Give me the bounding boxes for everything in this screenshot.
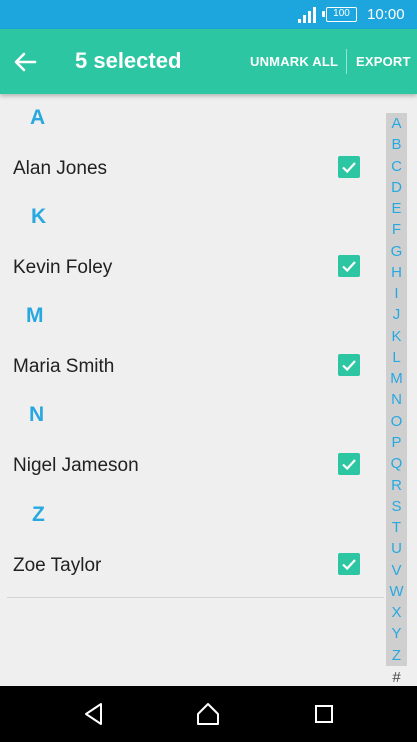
unmark-all-button[interactable]: UNMARK ALL xyxy=(250,54,338,70)
index-letter-d[interactable]: D xyxy=(386,177,407,198)
index-letter-h[interactable]: H xyxy=(386,262,407,283)
nav-recent-apps-icon[interactable] xyxy=(310,700,338,728)
index-letter-i[interactable]: I xyxy=(386,283,407,304)
index-letter-f[interactable]: F xyxy=(386,219,407,240)
checkmark-icon xyxy=(342,459,356,471)
index-letter-z[interactable]: Z xyxy=(386,645,407,666)
section-header-m: M xyxy=(26,304,44,327)
action-bar: 5 selected UNMARK ALL EXPORT xyxy=(0,29,417,94)
contact-row-kevin-foley[interactable]: Kevin Foley xyxy=(0,238,385,296)
checkbox-checked[interactable] xyxy=(338,156,360,178)
clock: 10:00 xyxy=(367,6,405,23)
alphabet-index-scroller[interactable]: ABCDEFGHIJKLMNOPQRSTUVWXYZ xyxy=(386,113,407,666)
index-letter-u[interactable]: U xyxy=(386,538,407,559)
cell-signal-icon xyxy=(298,7,316,23)
checkbox-checked[interactable] xyxy=(338,453,360,475)
index-letter-l[interactable]: L xyxy=(386,347,407,368)
battery-icon: 100 xyxy=(322,7,357,22)
section-header-k: K xyxy=(31,205,47,228)
index-letter-w[interactable]: W xyxy=(386,581,407,602)
checkbox-checked[interactable] xyxy=(338,553,360,575)
index-letter-t[interactable]: T xyxy=(386,517,407,538)
index-letter-p[interactable]: P xyxy=(386,432,407,453)
navigation-bar xyxy=(0,686,417,742)
section-header-z: Z xyxy=(32,503,45,526)
index-letter-e[interactable]: E xyxy=(386,198,407,219)
index-letter-q[interactable]: Q xyxy=(386,453,407,474)
contact-row-alan-jones[interactable]: Alan Jones xyxy=(0,139,385,197)
contact-name: Alan Jones xyxy=(13,158,108,179)
contact-row-zoe-taylor[interactable]: Zoe Taylor xyxy=(0,536,385,594)
checkmark-icon xyxy=(342,360,356,372)
nav-home-icon[interactable] xyxy=(194,700,222,728)
index-letter-m[interactable]: M xyxy=(386,368,407,389)
index-letter-a[interactable]: A xyxy=(386,113,407,134)
index-letter-g[interactable]: G xyxy=(386,241,407,262)
selection-count-title: 5 selected xyxy=(75,48,182,73)
index-letter-k[interactable]: K xyxy=(386,326,407,347)
contact-name: Kevin Foley xyxy=(13,257,113,278)
index-letter-c[interactable]: C xyxy=(386,156,407,177)
index-letter-r[interactable]: R xyxy=(386,475,407,496)
index-letter-hash[interactable]: # xyxy=(386,669,407,687)
checkmark-icon xyxy=(342,261,356,273)
section-header-n: N xyxy=(29,403,45,426)
index-letter-n[interactable]: N xyxy=(386,389,407,410)
index-letter-j[interactable]: J xyxy=(386,304,407,325)
index-letter-v[interactable]: V xyxy=(386,560,407,581)
contact-name: Zoe Taylor xyxy=(13,555,102,576)
action-divider xyxy=(346,49,347,74)
checkbox-checked[interactable] xyxy=(338,354,360,376)
checkbox-checked[interactable] xyxy=(338,255,360,277)
checkmark-icon xyxy=(342,162,356,174)
checkmark-icon xyxy=(342,559,356,571)
index-letter-x[interactable]: X xyxy=(386,602,407,623)
section-header-a: A xyxy=(30,106,46,129)
export-button[interactable]: EXPORT xyxy=(356,54,411,70)
index-letter-y[interactable]: Y xyxy=(386,623,407,644)
back-arrow-icon[interactable] xyxy=(12,49,38,75)
index-letter-o[interactable]: O xyxy=(386,411,407,432)
status-bar: 100 10:00 xyxy=(0,0,417,29)
contact-name: Nigel Jameson xyxy=(13,455,139,476)
contact-row-nigel-jameson[interactable]: Nigel Jameson xyxy=(0,436,385,494)
index-letter-b[interactable]: B xyxy=(386,134,407,155)
battery-level: 100 xyxy=(333,8,350,19)
list-end-divider xyxy=(7,597,384,598)
contact-name: Maria Smith xyxy=(13,356,115,377)
contact-row-maria-smith[interactable]: Maria Smith xyxy=(0,337,385,395)
contact-list[interactable]: A Alan Jones K Kevin Foley M Maria Smith… xyxy=(0,94,385,598)
index-letter-s[interactable]: S xyxy=(386,496,407,517)
nav-back-icon[interactable] xyxy=(80,700,108,728)
